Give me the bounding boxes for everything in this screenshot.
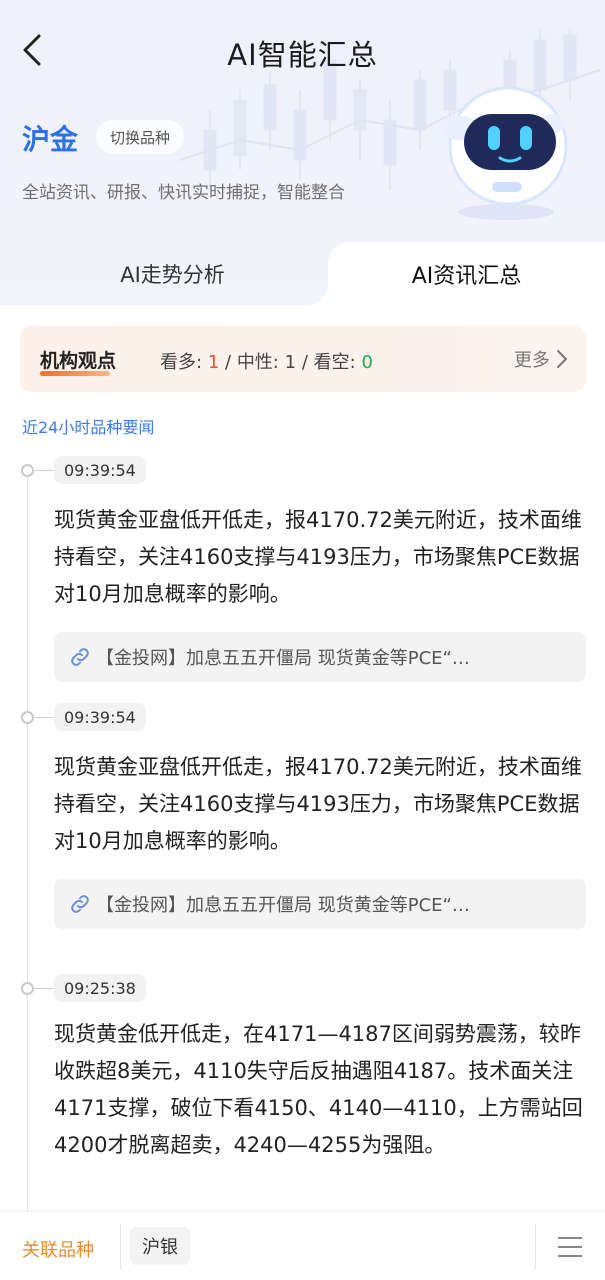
timeline-connector <box>34 470 54 471</box>
separator: / <box>301 352 308 373</box>
divider <box>535 1224 536 1270</box>
related-variety-chip[interactable]: 沪银 <box>130 1227 190 1265</box>
ai-robot-mascot <box>440 86 568 220</box>
menu-icon[interactable] <box>556 1234 584 1260</box>
bear-count: 0 <box>361 352 373 373</box>
bull-label: 看多: <box>160 352 203 373</box>
top-bar: AI智能汇总 <box>0 22 605 78</box>
tab-bar: AI走势分析 AI资讯汇总 <box>0 242 605 306</box>
news-text: 现货黄金低开低走，在4171—4187区间弱势震荡，较昨收跌超8美元，4110失… <box>54 1022 583 1157</box>
neutral-count: 1 <box>284 352 297 373</box>
tab-ai-trend-analysis[interactable]: AI走势分析 <box>0 242 345 306</box>
timeline-connector <box>34 988 54 989</box>
link-icon <box>71 648 89 666</box>
related-varieties-label: 关联品种 <box>22 1240 94 1261</box>
news-time: 09:25:38 <box>54 974 146 1002</box>
news-text: 现货黄金亚盘低开低走，报4170.72美元附近，技术面维持看空，关注4160支撑… <box>54 508 582 606</box>
news-time: 09:39:54 <box>54 703 146 731</box>
news-source-link[interactable]: 【金投网】加息五五开僵局 现货黄金等PCE“… <box>54 879 586 929</box>
more-label: 更多 <box>514 350 550 371</box>
page-title: AI智能汇总 <box>227 38 378 72</box>
institution-opinion-bar[interactable]: 机构观点 看多: 1 / 中性: 1 / 看空: 0 更多 <box>20 326 586 392</box>
link-icon <box>71 895 89 913</box>
bull-count: 1 <box>207 352 220 373</box>
more-link[interactable]: 更多 <box>514 346 568 372</box>
timeline-line <box>27 471 28 1211</box>
bottom-bar: 关联品种 沪银 <box>0 1211 605 1280</box>
news-text: 现货黄金亚盘低开低走，报4170.72美元附近，技术面维持看空，关注4160支撑… <box>54 755 582 853</box>
opinion-title: 机构观点 <box>40 350 117 372</box>
separator: / <box>225 352 232 373</box>
timeline-dot <box>21 982 34 995</box>
timeline-connector <box>34 717 54 718</box>
chevron-right-icon <box>557 350 567 368</box>
hero-description: 全站资讯、研报、快讯实时捕捉，智能整合 <box>22 183 345 203</box>
tab-ai-news-summary[interactable]: AI资讯汇总 <box>304 242 605 306</box>
switch-variety-button[interactable]: 切换品种 <box>96 120 185 154</box>
timeline-dot <box>21 711 34 724</box>
neutral-label: 中性: <box>236 352 279 373</box>
bear-label: 看空: <box>313 352 356 373</box>
news-source-link[interactable]: 【金投网】加息五五开僵局 现货黄金等PCE“… <box>54 632 586 682</box>
news-time: 09:39:54 <box>54 456 146 484</box>
section-label: 近24小时品种要闻 <box>22 418 155 437</box>
main-content: 机构观点 看多: 1 / 中性: 1 / 看空: 0 更多 近24小时品种要闻 … <box>0 306 605 1211</box>
news-source-text: 【金投网】加息五五开僵局 现货黄金等PCE“… <box>96 648 470 669</box>
opinion-title-underline <box>40 371 110 376</box>
opinion-stats: 看多: 1 / 中性: 1 / 看空: 0 <box>160 348 373 374</box>
variety-name: 沪金 <box>22 123 79 156</box>
timeline-dot <box>21 464 34 477</box>
news-source-text: 【金投网】加息五五开僵局 现货黄金等PCE“… <box>96 895 470 916</box>
divider <box>120 1224 121 1270</box>
